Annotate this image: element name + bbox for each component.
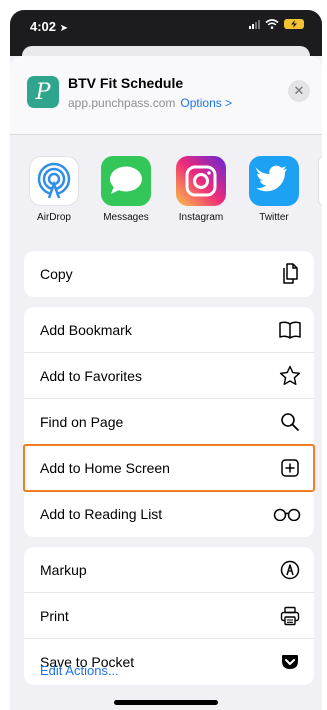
share-apps-row: AirDrop Messages Instagram Twitter [10,146,322,234]
action-label: Add to Home Screen [40,459,170,476]
share-app-label: Twitter [259,212,289,223]
plus-square-icon [278,456,302,480]
instagram-icon [176,156,226,206]
action-add-bookmark[interactable]: Add Bookmark [24,307,314,353]
action-label: Add to Reading List [40,506,163,522]
partial-app-tile[interactable] [318,156,322,206]
share-app-label: Messages [103,212,149,223]
action-label: Copy [40,266,73,282]
star-icon [278,364,302,388]
clock: 4:02 [30,19,57,34]
action-label: Print [40,607,69,624]
phone-screen: 4:02 ➤ P BTV Fit Schedule app.punchpass.… [10,10,322,710]
action-markup[interactable]: Markup [24,547,314,593]
share-app-twitter[interactable]: Twitter [243,156,305,223]
page-url: app.punchpass.com [68,96,176,110]
cellular-signal-icon [249,19,260,29]
share-app-label: Instagram [178,212,224,223]
action-label: Add to Favorites [40,367,142,384]
page-subtitle: app.punchpass.com Options > [68,96,232,110]
action-save-to-pocket[interactable]: Save to Pocket [24,639,314,685]
action-group-page: Add Bookmark Add to Favorites Find on Pa… [23,307,315,537]
pocket-icon [278,650,302,674]
action-group-copy: Copy [24,251,314,297]
punchpass-app-icon: P [27,76,59,108]
home-indicator[interactable] [114,700,218,705]
action-label: Markup [40,561,87,578]
options-link[interactable]: Options > [180,96,232,110]
printer-icon [278,604,302,628]
close-button[interactable]: ✕ [288,80,310,102]
battery-charging-icon [284,19,304,29]
action-add-to-home-screen[interactable]: Add to Home Screen [23,444,315,492]
action-copy[interactable]: Copy [24,251,314,297]
action-label: Add Bookmark [40,321,132,338]
status-icons [249,19,304,29]
share-app-label: AirDrop [37,212,71,223]
action-add-to-reading-list[interactable]: Add to Reading List [24,491,314,537]
share-app-instagram[interactable]: Instagram [170,156,232,223]
page-title: BTV Fit Schedule [68,75,184,91]
action-label: Find on Page [40,413,124,430]
markup-icon [278,558,302,582]
wifi-icon [265,19,279,29]
close-icon: ✕ [293,83,305,98]
book-icon [278,318,302,342]
copy-icon [278,262,302,286]
action-print[interactable]: Print [24,593,314,639]
share-app-messages[interactable]: Messages [95,156,157,223]
share-sheet: P BTV Fit Schedule app.punchpass.com Opti… [10,56,322,710]
location-arrow-icon: ➤ [59,23,69,34]
twitter-icon [249,156,299,206]
glasses-icon [272,502,302,526]
share-sheet-header: P BTV Fit Schedule app.punchpass.com Opti… [10,56,322,135]
action-find-on-page[interactable]: Find on Page [24,399,314,445]
status-time: 4:02 ➤ [30,19,68,34]
edit-actions-link[interactable]: Edit Actions... [40,663,119,678]
app-glyph: P [35,79,51,105]
airdrop-icon [29,156,79,206]
search-icon [278,410,302,434]
share-app-airdrop[interactable]: AirDrop [23,156,85,223]
messages-icon [101,156,151,206]
action-add-to-favorites[interactable]: Add to Favorites [24,353,314,399]
